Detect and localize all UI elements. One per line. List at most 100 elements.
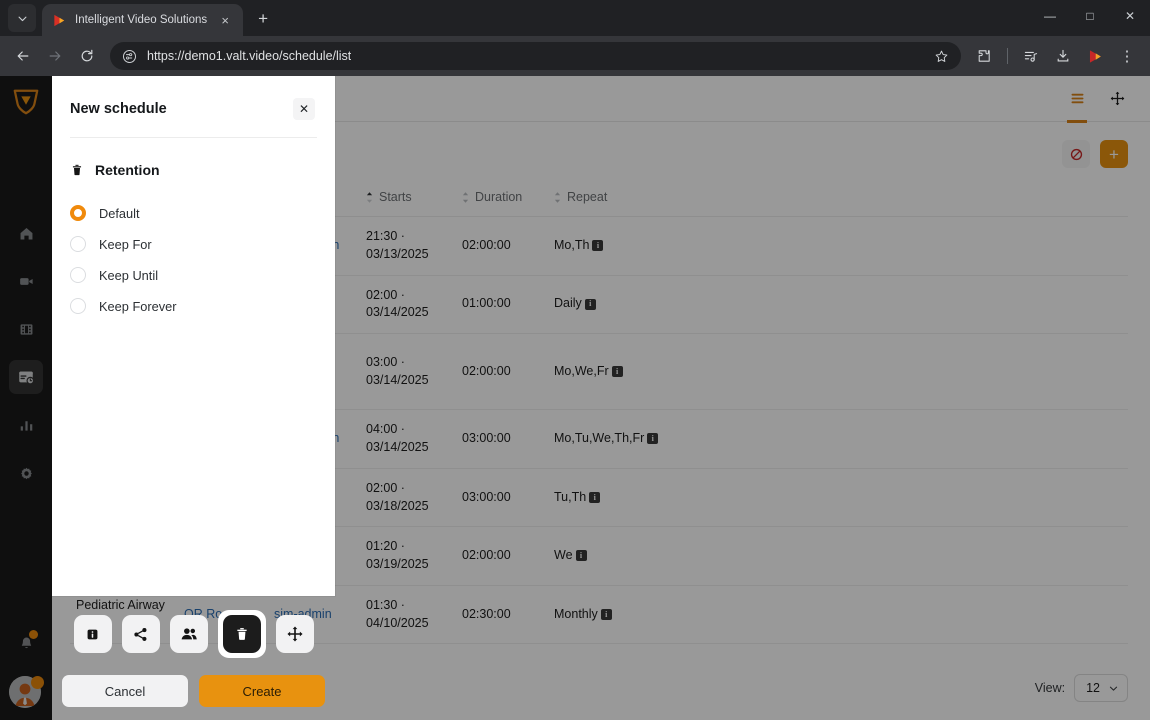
- retention-option-keep-until[interactable]: Keep Until: [70, 260, 317, 290]
- browser-tab[interactable]: Intelligent Video Solutions ×: [42, 4, 244, 36]
- sidebar-item-cameras[interactable]: [9, 264, 43, 298]
- start-date: 03/14/2025: [366, 305, 429, 320]
- sidebar-item-analytics[interactable]: [9, 408, 43, 442]
- radio-default[interactable]: [70, 205, 86, 221]
- sidebar-item-home[interactable]: [9, 216, 43, 250]
- calendar-view-toggle[interactable]: [1106, 76, 1128, 122]
- page-size-select[interactable]: 12: [1074, 674, 1128, 702]
- sort-asc-icon: [366, 191, 373, 204]
- play-triangle-icon: [52, 13, 67, 28]
- valt-profile-icon[interactable]: [1080, 41, 1110, 71]
- clear-filters-button[interactable]: [1062, 140, 1090, 168]
- trash-icon: [70, 163, 84, 177]
- reload-icon[interactable]: [72, 41, 102, 71]
- start-time: 01:20 ·: [366, 539, 405, 554]
- share-icon[interactable]: [121, 615, 160, 653]
- start-date: 03/13/2025: [366, 246, 429, 261]
- minimize-button[interactable]: —: [1030, 0, 1070, 32]
- valt-shield-logo[interactable]: [11, 86, 41, 116]
- repeat-text: Mo,We,Fr: [554, 363, 609, 378]
- browser-toolbar: https://demo1.valt.video/schedule/list ⋮: [0, 36, 1150, 76]
- close-icon[interactable]: ✕: [293, 98, 315, 120]
- site-settings-icon[interactable]: [122, 49, 137, 64]
- info-badge-icon[interactable]: i: [600, 608, 612, 620]
- notification-badge: [29, 630, 38, 639]
- cell-repeat: Mo,Tu,We,Th,Fr i: [548, 409, 1128, 469]
- cell-starts: 02:00 · 03/18/2025: [360, 468, 456, 528]
- browser-menu-icon[interactable]: ⋮: [1112, 41, 1142, 71]
- cell-starts: 01:20 · 03/19/2025: [360, 526, 456, 586]
- cell-starts: 03:00 · 03/14/2025: [360, 333, 456, 411]
- new-tab-button[interactable]: +: [253, 6, 273, 30]
- info-badge-icon[interactable]: i: [575, 550, 587, 562]
- sidebar-item-schedule[interactable]: [9, 360, 43, 394]
- info-badge-icon[interactable]: i: [589, 491, 601, 503]
- column-header-repeat[interactable]: Repeat: [548, 186, 1128, 217]
- maximize-button[interactable]: □: [1070, 0, 1110, 32]
- cell-duration: 02:30:00: [456, 585, 548, 645]
- start-date: 03/14/2025: [366, 440, 429, 454]
- cell-starts: 21:30 · 03/13/2025: [360, 216, 456, 276]
- info-badge-icon[interactable]: i: [647, 433, 659, 445]
- column-header-starts[interactable]: Starts: [360, 186, 456, 217]
- radio-keep-until[interactable]: [70, 267, 86, 283]
- cell-duration: 01:00:00: [456, 275, 548, 334]
- start-time: 04:00 ·: [366, 422, 405, 437]
- info-badge-icon[interactable]: i: [584, 298, 596, 310]
- repeat-text: We: [554, 548, 573, 563]
- retention-option-default[interactable]: Default: [70, 198, 317, 228]
- radio-label: Default: [99, 205, 140, 221]
- start-date: 03/19/2025: [366, 557, 429, 571]
- add-schedule-button[interactable]: +: [1100, 140, 1128, 168]
- cell-repeat: Mo,We,Fr i: [548, 333, 1128, 411]
- page-size-value: 12: [1086, 681, 1100, 695]
- repeat-text: Tu,Th: [554, 489, 587, 504]
- radio-keep-for[interactable]: [70, 236, 86, 252]
- list-view-toggle[interactable]: [1066, 76, 1088, 123]
- start-date: 03/14/2025: [366, 372, 429, 387]
- back-icon[interactable]: [8, 41, 38, 71]
- move-arrows-icon[interactable]: [275, 615, 314, 653]
- column-label: Starts: [379, 190, 412, 204]
- url-text: https://demo1.valt.video/schedule/list: [147, 49, 352, 63]
- sort-icon: [554, 191, 561, 204]
- window-close-button[interactable]: ✕: [1110, 0, 1150, 32]
- info-badge-icon[interactable]: i: [592, 240, 604, 252]
- people-icon[interactable]: [169, 615, 208, 653]
- forward-icon: [40, 41, 70, 71]
- start-date: 03/18/2025: [366, 498, 429, 513]
- cancel-button[interactable]: Cancel: [62, 675, 188, 707]
- repeat-text: Mo,Th: [554, 237, 590, 252]
- tab-title: Intelligent Video Solutions: [75, 14, 208, 26]
- browser-window: Intelligent Video Solutions × + — □ ✕ ht…: [0, 0, 1150, 720]
- cell-repeat: Monthly i: [548, 585, 1128, 645]
- download-icon[interactable]: [1048, 41, 1078, 71]
- retention-option-keep-forever[interactable]: Keep Forever: [70, 291, 317, 321]
- radio-keep-forever[interactable]: [70, 298, 86, 314]
- avatar[interactable]: [9, 676, 44, 710]
- retention-option-keep-for[interactable]: Keep For: [70, 229, 317, 259]
- column-header-duration[interactable]: Duration: [456, 186, 548, 217]
- column-label: Duration: [475, 190, 523, 204]
- sidebar-item-settings[interactable]: [9, 456, 43, 490]
- notifications-button[interactable]: [9, 626, 43, 660]
- page-viewport: Schedule Search: [0, 76, 1150, 720]
- star-icon[interactable]: [934, 49, 949, 64]
- info-badge-icon[interactable]: i: [611, 365, 623, 377]
- close-icon[interactable]: ×: [215, 10, 235, 30]
- trash-icon[interactable]: [222, 615, 261, 653]
- address-bar[interactable]: https://demo1.valt.video/schedule/list: [110, 42, 961, 70]
- retention-section-title: Retention: [70, 162, 317, 178]
- sidebar-item-recordings[interactable]: [9, 312, 43, 346]
- start-time: 02:00 ·: [366, 480, 405, 495]
- create-button[interactable]: Create: [199, 675, 325, 707]
- view-label: View:: [1034, 681, 1066, 695]
- info-icon[interactable]: [73, 615, 112, 653]
- cell-starts: 01:30 · 04/10/2025: [360, 585, 456, 645]
- tab-search-chevron-icon[interactable]: [8, 4, 36, 32]
- puzzle-icon[interactable]: [969, 41, 999, 71]
- chevron-down-icon: [1108, 683, 1119, 694]
- repeat-text: Mo,Tu,We,Th,Fr: [554, 431, 645, 446]
- media-list-icon[interactable]: [1016, 41, 1046, 71]
- avatar-status-badge: [31, 676, 44, 689]
